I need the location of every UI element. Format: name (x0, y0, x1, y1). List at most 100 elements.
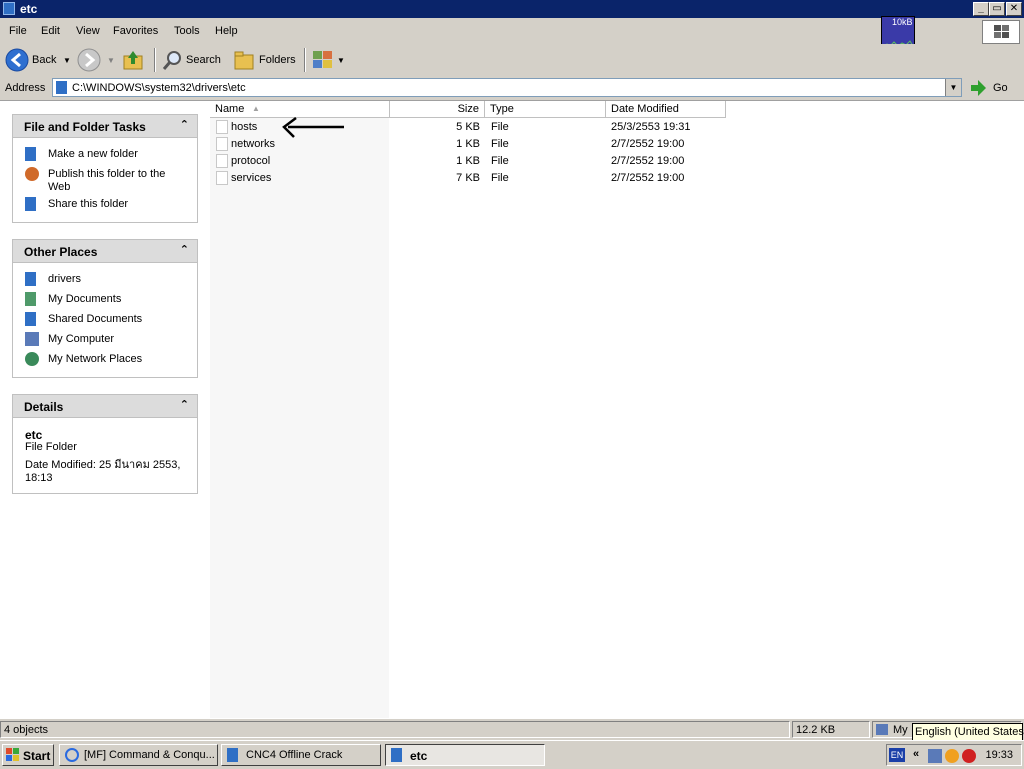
toolbar-separator (304, 48, 306, 72)
new-folder-icon (25, 147, 36, 161)
address-input[interactable]: C:\WINDOWS\system32\drivers\etc ▼ (52, 78, 962, 97)
language-indicator[interactable]: EN (889, 748, 905, 762)
sort-ascending-icon: ▲ (252, 104, 260, 113)
file-icon (216, 171, 228, 185)
link-label[interactable]: My Computer (48, 333, 114, 345)
menu-help[interactable]: Help (215, 25, 238, 37)
status-text: 12.2 KB (796, 724, 836, 736)
file-date: 25/3/2553 19:31 (611, 121, 691, 133)
forward-dropdown-icon[interactable]: ▼ (107, 56, 115, 65)
windows-logo-icon (982, 20, 1020, 44)
file-name: protocol (231, 155, 271, 167)
search-icon[interactable] (162, 49, 184, 71)
details-panel: Details ⌃ etc File Folder Date Modified:… (12, 394, 198, 494)
tooltip-text: English (United States) (915, 726, 1024, 738)
file-date: 2/7/2552 19:00 (611, 172, 685, 184)
link-label[interactable]: drivers (48, 273, 81, 285)
folder-icon (56, 81, 67, 94)
back-button-label[interactable]: Back (32, 54, 56, 66)
search-button-label[interactable]: Search (186, 54, 221, 66)
folders-button-label[interactable]: Folders (259, 54, 296, 66)
folder-icon (3, 2, 15, 15)
status-text: My (893, 724, 908, 736)
menu-file[interactable]: File (9, 25, 27, 37)
menu-edit[interactable]: Edit (41, 25, 60, 37)
collapse-chevron-icon[interactable]: ⌃ (180, 118, 189, 131)
shared-folder-icon (25, 312, 36, 326)
network-status-icon[interactable] (928, 749, 942, 763)
column-label: Date Modified (611, 103, 679, 115)
views-dropdown-icon[interactable]: ▼ (337, 56, 345, 65)
file-type: File (491, 155, 509, 167)
toolbar-separator (154, 48, 156, 72)
taskbar-item-cnc4[interactable]: CNC4 Offline Crack (221, 744, 381, 766)
panel-title: Details (24, 400, 64, 414)
details-type: File Folder (25, 441, 77, 453)
restore-button[interactable]: ▭ (989, 2, 1005, 16)
network-places-icon (25, 352, 39, 366)
my-computer-icon (876, 724, 888, 735)
antivirus-icon[interactable] (962, 749, 976, 763)
link-label[interactable]: My Documents (48, 293, 121, 305)
link-label[interactable]: Publish this folder to the Web (48, 168, 178, 194)
firefox-icon[interactable] (945, 749, 959, 763)
details-name: etc (25, 428, 43, 442)
taskbar-item-etc[interactable]: etc (385, 744, 545, 766)
file-date: 2/7/2552 19:00 (611, 155, 685, 167)
taskbar: Start [MF] Command & Conqu... CNC4 Offli… (0, 740, 1024, 769)
go-arrow-icon[interactable] (969, 79, 987, 97)
file-type: File (491, 172, 509, 184)
link-label[interactable]: Shared Documents (48, 313, 142, 325)
link-label[interactable]: Make a new folder (48, 148, 138, 160)
column-header-date-modified[interactable]: Date Modified (606, 101, 726, 118)
menu-tools[interactable]: Tools (174, 25, 200, 37)
forward-arrow-icon[interactable] (77, 48, 101, 72)
close-button[interactable]: ✕ (1006, 2, 1022, 16)
back-dropdown-icon[interactable]: ▼ (63, 56, 71, 65)
task-label: [MF] Command & Conqu... (84, 749, 215, 761)
panel-title: File and Folder Tasks (24, 120, 146, 134)
other-places-panel: Other Places ⌃ drivers My Documents Shar… (12, 239, 198, 378)
column-header-size[interactable]: Size (390, 101, 485, 118)
file-icon (216, 137, 228, 151)
address-dropdown-icon[interactable]: ▼ (945, 79, 961, 96)
column-header-type[interactable]: Type (485, 101, 606, 118)
sorted-column-highlight (210, 118, 389, 718)
file-row[interactable]: protocol 1 KB File 2/7/2552 19:00 (210, 153, 1024, 170)
go-button-label[interactable]: Go (993, 82, 1008, 94)
folders-icon[interactable] (233, 49, 255, 71)
minimize-button[interactable]: _ (973, 2, 989, 16)
menu-favorites[interactable]: Favorites (113, 25, 158, 37)
file-folder-tasks-panel: File and Folder Tasks ⌃ Make a new folde… (12, 114, 198, 223)
show-hidden-icons-chevron-icon[interactable]: « (913, 748, 919, 760)
link-label[interactable]: Share this folder (48, 198, 128, 210)
panel-header[interactable]: Other Places ⌃ (13, 240, 197, 263)
column-label: Size (457, 103, 479, 115)
folder-icon (227, 748, 238, 762)
panel-header[interactable]: File and Folder Tasks ⌃ (13, 115, 197, 138)
status-objects: 4 objects (0, 721, 790, 738)
file-name: hosts (231, 121, 258, 133)
back-arrow-icon[interactable] (5, 48, 29, 72)
up-folder-icon[interactable] (122, 49, 144, 71)
link-label[interactable]: My Network Places (48, 353, 142, 365)
start-button[interactable]: Start (2, 744, 54, 766)
clock[interactable]: 19:33 (985, 749, 1013, 761)
address-bar: Address C:\WINDOWS\system32\drivers\etc … (0, 76, 1024, 101)
title-bar: etc _ ▭ ✕ (0, 0, 1024, 18)
panel-header[interactable]: Details ⌃ (13, 395, 197, 418)
collapse-chevron-icon[interactable]: ⌃ (180, 398, 189, 411)
file-row[interactable]: services 7 KB File 2/7/2552 19:00 (210, 170, 1024, 187)
address-label: Address (5, 82, 46, 94)
views-icon[interactable] (312, 49, 334, 71)
toolbar: Back ▼ ▼ Search Folders ▼ (0, 44, 1024, 77)
menu-view[interactable]: View (76, 25, 100, 37)
collapse-chevron-icon[interactable]: ⌃ (180, 243, 189, 256)
file-name: networks (231, 138, 276, 150)
taskbar-item-browser[interactable]: [MF] Command & Conqu... (59, 744, 218, 766)
address-value: C:\WINDOWS\system32\drivers\etc (72, 82, 246, 94)
windows-flag-icon (6, 748, 19, 761)
window-title: etc (20, 2, 38, 16)
details-modified: Date Modified: 25 มีนาคม 2553, 18:13 (25, 459, 181, 484)
annotation-arrow (282, 117, 344, 138)
